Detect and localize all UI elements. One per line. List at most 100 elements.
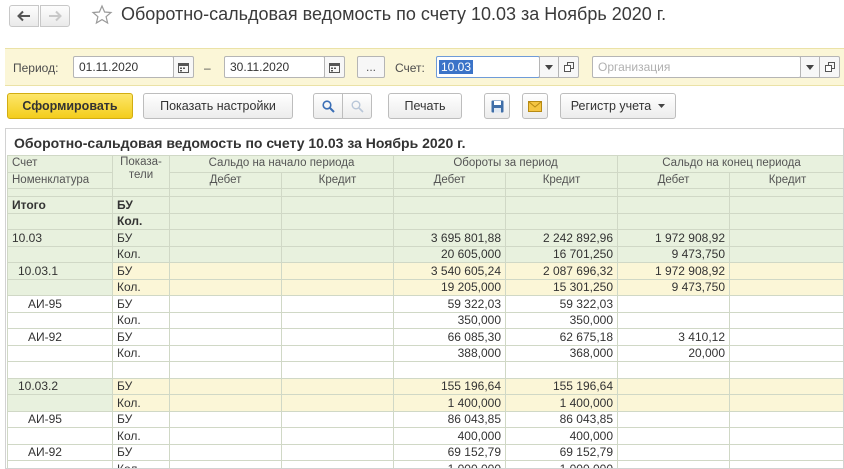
cell-closing-credit bbox=[729, 427, 843, 445]
table-row[interactable]: Кол. 1 400,000 1 400,000 bbox=[7, 394, 843, 412]
cell-opening-credit bbox=[281, 328, 394, 346]
table-row[interactable]: Кол. 388,000 368,000 20,000 bbox=[7, 344, 843, 362]
row-indicator: БУ bbox=[112, 196, 170, 214]
cell-opening-credit bbox=[281, 311, 394, 329]
favorite-button[interactable] bbox=[91, 4, 113, 26]
cell-opening-credit bbox=[281, 394, 394, 412]
account-input-value: 10.03 bbox=[439, 60, 474, 74]
cell-closing-credit bbox=[729, 295, 843, 313]
account-input[interactable]: 10.03 bbox=[436, 56, 540, 78]
header-spacer bbox=[393, 188, 506, 197]
period-select-button[interactable]: ... bbox=[357, 56, 385, 78]
table-row[interactable]: Кол. bbox=[7, 212, 843, 230]
table-row[interactable]: АИ-95 БУ 86 043,85 86 043,85 bbox=[7, 410, 843, 428]
header-spacer bbox=[281, 188, 394, 197]
table-row[interactable]: 10.03.2 БУ 155 196,64 155 196,64 bbox=[7, 377, 843, 395]
header-spacer bbox=[7, 188, 113, 197]
report-parameters-bar: Период: 01.11.2020 – 30.11.2020 ... Счет… bbox=[5, 48, 844, 86]
row-indicator: Кол. bbox=[112, 394, 170, 412]
row-indicator: Кол. bbox=[112, 212, 170, 230]
cell-closing-credit bbox=[729, 262, 843, 280]
date-from-input[interactable]: 01.11.2020 bbox=[73, 56, 174, 78]
cancel-search-button[interactable] bbox=[342, 93, 372, 119]
cell-turnover-debit: 20 605,000 bbox=[393, 245, 506, 263]
cell-opening-credit bbox=[281, 196, 394, 214]
date-to-calendar-button[interactable] bbox=[324, 56, 345, 78]
table-row[interactable]: Кол. 400,000 400,000 bbox=[7, 427, 843, 445]
calendar-icon bbox=[178, 62, 189, 73]
cell-turnover-debit: 155 196,64 bbox=[393, 377, 506, 395]
period-label: Период: bbox=[13, 61, 59, 75]
generate-button[interactable]: Сформировать bbox=[7, 93, 133, 119]
back-button[interactable] bbox=[9, 5, 39, 27]
date-to-input[interactable]: 30.11.2020 bbox=[224, 56, 325, 78]
cell-turnover-debit: 69 152,79 bbox=[393, 443, 506, 461]
print-button[interactable]: Печать bbox=[388, 93, 462, 119]
organization-open-button[interactable] bbox=[819, 56, 840, 78]
table-row[interactable]: АИ-95 БУ 59 322,03 59 322,03 bbox=[7, 295, 843, 313]
save-button[interactable] bbox=[484, 93, 510, 119]
cell-closing-debit bbox=[617, 427, 731, 445]
organization-input[interactable]: Организация bbox=[592, 56, 801, 78]
cell-closing-credit bbox=[729, 443, 843, 461]
cell-closing-debit bbox=[617, 443, 731, 461]
cell-turnover-credit: 400,000 bbox=[504, 427, 619, 445]
account-open-button[interactable] bbox=[558, 56, 579, 78]
cell-turnover-credit: 15 301,250 bbox=[504, 278, 619, 296]
cell-turnover-debit: 3 695 801,88 bbox=[393, 229, 506, 247]
table-row[interactable]: 10.03.1 БУ 3 540 605,24 2 087 696,32 1 972 9… bbox=[7, 262, 843, 280]
header-opening-credit: Кредит bbox=[281, 171, 394, 189]
row-account-name: АИ-95 bbox=[7, 295, 113, 313]
cell-closing-debit bbox=[617, 410, 731, 428]
cell-closing-debit: 3 410,12 bbox=[617, 328, 731, 346]
table-row[interactable]: Кол. 350,000 350,000 bbox=[7, 311, 843, 329]
cell-turnover-debit: 3 540 605,24 bbox=[393, 262, 506, 280]
header-turnover: Обороты за период bbox=[392, 155, 619, 173]
chevron-down-icon bbox=[806, 64, 814, 70]
row-account-name: АИ-92 bbox=[7, 443, 113, 461]
row-account-name: АИ-92 bbox=[7, 328, 113, 346]
cell-closing-debit bbox=[617, 295, 731, 313]
row-indicator: БУ bbox=[112, 328, 170, 346]
envelope-icon bbox=[528, 100, 542, 112]
table-row[interactable]: АИ-92 БУ 69 152,79 69 152,79 bbox=[7, 443, 843, 461]
date-from-calendar-button[interactable] bbox=[173, 56, 194, 78]
organization-dropdown-button[interactable] bbox=[800, 56, 820, 78]
cell-closing-credit bbox=[729, 377, 843, 395]
cell-opening-debit bbox=[169, 196, 282, 214]
send-email-button[interactable] bbox=[522, 93, 548, 119]
cell-closing-debit: 20,000 bbox=[617, 344, 731, 362]
row-account-name bbox=[7, 245, 113, 263]
table-row[interactable]: 10.03 БУ 3 695 801,88 2 242 892,96 1 972 908… bbox=[7, 229, 843, 247]
table-row[interactable] bbox=[7, 361, 843, 379]
cell-turnover-debit: 1 000,000 bbox=[393, 460, 506, 468]
calendar-icon bbox=[329, 62, 340, 73]
command-bar: Сформировать Показать настройки Печать Р… bbox=[0, 93, 844, 121]
cell-turnover-debit: 388,000 bbox=[393, 344, 506, 362]
table-row[interactable]: Кол. 19 205,000 15 301,250 9 473,750 bbox=[7, 278, 843, 296]
table-row[interactable]: Кол. 20 605,000 16 701,250 9 473,750 bbox=[7, 245, 843, 263]
row-account-name: 10.03.1 bbox=[7, 262, 113, 280]
cell-closing-debit: 1 972 908,92 bbox=[617, 229, 731, 247]
account-dropdown-button[interactable] bbox=[539, 56, 559, 78]
forward-button[interactable] bbox=[40, 5, 70, 27]
row-account-name: 10.03 bbox=[7, 229, 113, 247]
cell-opening-debit bbox=[169, 427, 282, 445]
search-button[interactable] bbox=[313, 93, 343, 119]
cell-closing-debit: 9 473,750 bbox=[617, 278, 731, 296]
arrow-right-icon bbox=[49, 10, 62, 22]
cell-closing-credit bbox=[729, 394, 843, 412]
accounting-register-dropdown[interactable]: Регистр учета bbox=[560, 93, 676, 119]
cell-turnover-credit: 59 322,03 bbox=[504, 295, 619, 313]
table-row[interactable]: АИ-92 БУ 66 085,30 62 675,18 3 410,12 bbox=[7, 328, 843, 346]
report-sheet[interactable]: Оборотно-сальдовая ведомость по счету 10… bbox=[5, 128, 844, 469]
header-closing-debit: Дебет bbox=[617, 171, 731, 189]
table-row[interactable]: Кол. 1 000,000 1 000,000 bbox=[7, 460, 843, 468]
open-window-icon bbox=[563, 62, 574, 72]
header-spacer bbox=[112, 188, 170, 197]
cell-opening-credit bbox=[281, 278, 394, 296]
chevron-down-icon bbox=[658, 104, 666, 108]
table-row[interactable]: Итого БУ bbox=[7, 196, 843, 214]
show-settings-button[interactable]: Показать настройки bbox=[143, 93, 293, 119]
cell-turnover-debit: 59 322,03 bbox=[393, 295, 506, 313]
